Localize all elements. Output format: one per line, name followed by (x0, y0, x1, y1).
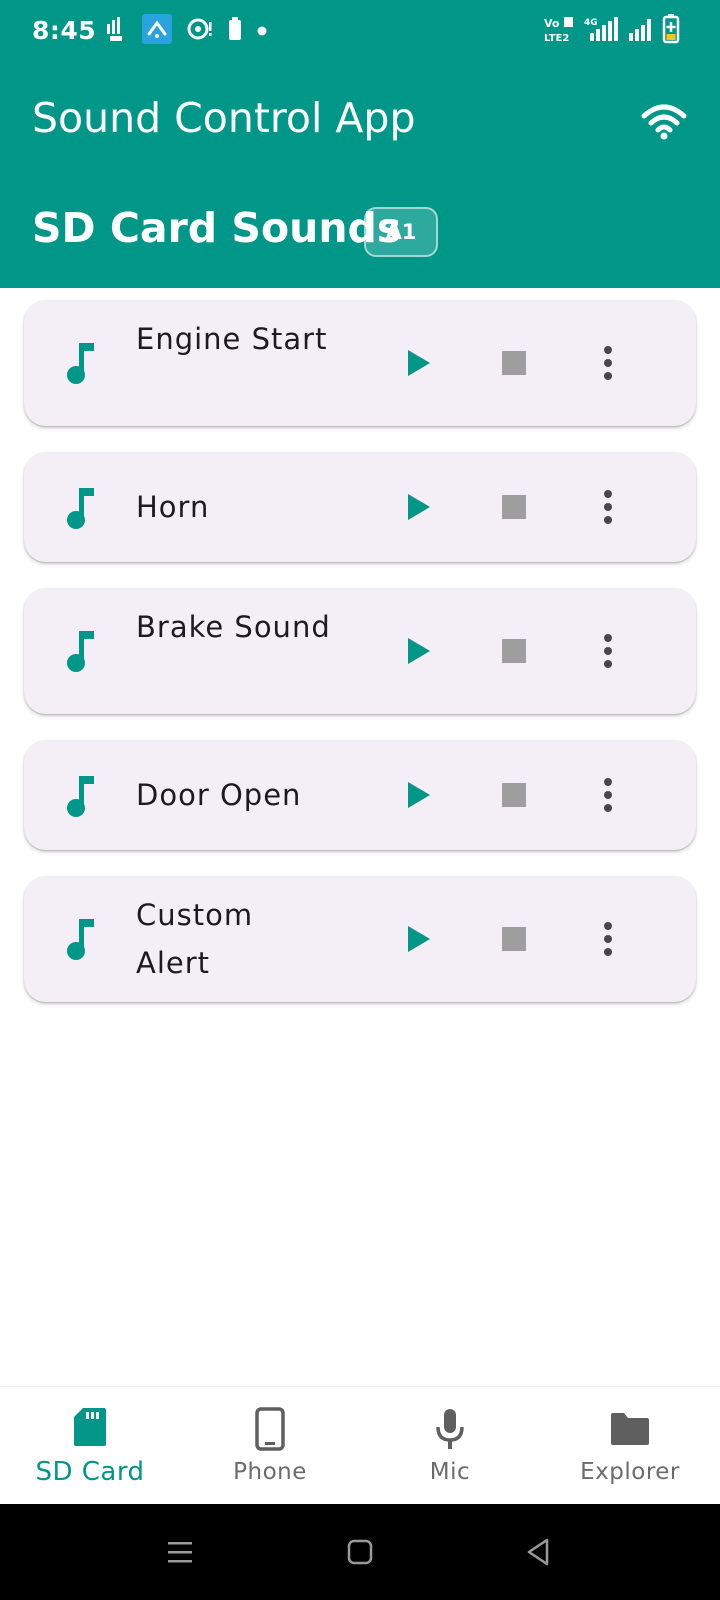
nav-label: Explorer (580, 1459, 680, 1485)
nav-label: Mic (429, 1459, 471, 1485)
play-icon (408, 926, 430, 952)
sd-card-icon (74, 1408, 106, 1446)
recents-button[interactable] (158, 1530, 202, 1574)
stop-icon (502, 927, 526, 951)
nav-item-sd-card[interactable]: SD Card (0, 1387, 180, 1505)
signal-4g-icon: 4G (584, 15, 620, 47)
dot-icon (256, 22, 268, 41)
nav-item-phone[interactable]: Phone (180, 1387, 360, 1505)
stop-button[interactable] (490, 483, 538, 531)
battery-small-icon (228, 17, 242, 45)
back-button[interactable] (516, 1530, 560, 1574)
sound-card: Door Open (24, 740, 696, 850)
more-options-button[interactable] (584, 627, 632, 675)
status-time: 8:45 (32, 16, 97, 45)
wifi-button[interactable] (638, 100, 690, 144)
stop-icon (502, 495, 526, 519)
svg-text:Vo: Vo (544, 17, 560, 30)
more-vert-icon (604, 922, 612, 956)
back-triangle-icon (527, 1538, 549, 1566)
app-title: Sound Control App (32, 94, 416, 142)
play-button[interactable] (394, 915, 442, 963)
stop-button[interactable] (490, 915, 538, 963)
stop-icon (502, 351, 526, 375)
wifi-icon (641, 104, 687, 140)
music-note-icon (67, 919, 94, 960)
play-button[interactable] (394, 339, 442, 387)
sync-alert-icon (186, 16, 214, 46)
mic-icon (436, 1409, 464, 1449)
svg-text:LTE2: LTE2 (544, 33, 569, 43)
play-icon (408, 638, 430, 664)
sim-signal-icon (106, 16, 128, 46)
status-bar: 8:45 Vo LTE2 4G (0, 0, 720, 64)
svg-text:4G: 4G (584, 18, 598, 28)
more-options-button[interactable] (584, 915, 632, 963)
section-badge: A1 (364, 207, 438, 257)
music-note-icon (67, 631, 94, 672)
volte-icon: Vo LTE2 (544, 15, 576, 47)
stop-icon (502, 783, 526, 807)
signal-bars-icon (628, 15, 654, 47)
app-bar: Sound Control App SD Card Sounds A1 (0, 64, 720, 288)
sound-card: Engine Start (24, 300, 696, 426)
sound-name: Door Open (136, 778, 302, 812)
nav-label: Phone (233, 1459, 307, 1485)
play-button[interactable] (394, 627, 442, 675)
music-note-icon (67, 776, 94, 817)
stop-icon (502, 639, 526, 663)
home-square-icon (347, 1539, 373, 1565)
sound-name: Custom Alert (136, 898, 254, 980)
section-title: SD Card Sounds (32, 204, 402, 252)
more-options-button[interactable] (584, 483, 632, 531)
status-right-icons: Vo LTE2 4G (544, 14, 680, 48)
status-left-icons (106, 14, 268, 48)
play-button[interactable] (394, 483, 442, 531)
play-icon (408, 350, 430, 376)
phone-icon (255, 1407, 285, 1451)
nav-item-explorer[interactable]: Explorer (540, 1387, 720, 1505)
nav-label: SD Card (35, 1457, 145, 1487)
stop-button[interactable] (490, 339, 538, 387)
home-button[interactable] (338, 1530, 382, 1574)
menu-lines-icon (168, 1542, 192, 1563)
play-icon (408, 782, 430, 808)
bottom-navigation: SD Card Phone Mic Explorer (0, 1386, 720, 1504)
more-vert-icon (604, 346, 612, 380)
more-options-button[interactable] (584, 771, 632, 819)
play-icon (408, 494, 430, 520)
play-button[interactable] (394, 771, 442, 819)
sound-card: Brake Sound (24, 588, 696, 714)
music-note-icon (67, 343, 94, 384)
music-note-icon (67, 488, 94, 529)
sound-card: Horn (24, 452, 696, 562)
messaging-app-icon (142, 14, 172, 48)
nav-item-mic[interactable]: Mic (360, 1387, 540, 1505)
more-vert-icon (604, 490, 612, 524)
more-vert-icon (604, 778, 612, 812)
stop-button[interactable] (490, 771, 538, 819)
more-vert-icon (604, 634, 612, 668)
battery-charging-icon (662, 14, 680, 48)
system-navigation-bar (0, 1504, 720, 1600)
sound-name: Horn (136, 490, 210, 524)
more-options-button[interactable] (584, 339, 632, 387)
sound-name: Brake Sound (136, 610, 331, 644)
folder-icon (611, 1413, 649, 1445)
sound-name: Engine Start (136, 322, 328, 356)
stop-button[interactable] (490, 627, 538, 675)
sound-card: Custom Alert (24, 876, 696, 1002)
